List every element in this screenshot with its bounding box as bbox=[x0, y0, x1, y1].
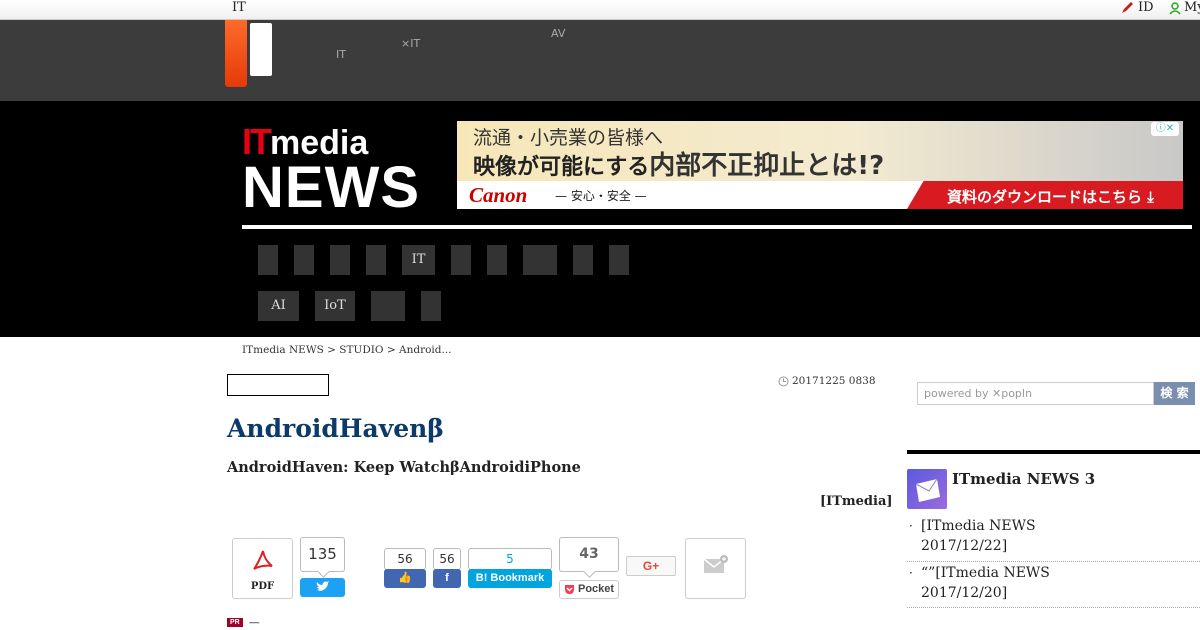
pocket-count: 43 bbox=[559, 537, 619, 572]
search-button[interactable]: 検 索 bbox=[1154, 382, 1195, 405]
pdf-label: PDF bbox=[250, 581, 275, 592]
category-button-it[interactable]: IT bbox=[402, 245, 435, 275]
category-button[interactable] bbox=[330, 245, 350, 275]
ranking-item-line2: 2017/12/20] bbox=[921, 585, 1008, 601]
article-title: AndroidHavenβ bbox=[227, 414, 444, 443]
mail-add-icon bbox=[703, 555, 728, 573]
ad-line2: 映像が可能にする内部不正抑止とは!? bbox=[473, 145, 884, 182]
category-button[interactable] bbox=[523, 245, 557, 275]
bullet-icon: · bbox=[909, 519, 913, 533]
category-button[interactable] bbox=[258, 245, 278, 275]
header-nav-item-3-sub[interactable] bbox=[551, 38, 573, 49]
category-button[interactable] bbox=[421, 291, 441, 321]
pr-badge: PR bbox=[227, 618, 243, 627]
article-tag-box bbox=[227, 374, 329, 396]
ranking-item[interactable]: · “”[ITmedia NEWS 2017/12/20] bbox=[907, 563, 1200, 608]
brand-band: ITmedia NEWS 流通・小売業の皆様へ 映像が可能にする内部不正抑止とは… bbox=[0, 101, 1200, 337]
my-link[interactable]: My bbox=[1168, 0, 1200, 15]
banner-ad[interactable]: 流通・小売業の皆様へ 映像が可能にする内部不正抑止とは!? ⓘ✕ Canon —… bbox=[457, 121, 1183, 209]
pocket-icon bbox=[565, 585, 574, 594]
ranking-item-line1: “”[ITmedia NEWS bbox=[921, 565, 1050, 581]
like-button[interactable]: 👍 bbox=[384, 569, 426, 588]
pocket-button[interactable]: Pocket bbox=[559, 580, 619, 599]
id-link[interactable]: ID bbox=[1120, 0, 1154, 15]
tweet-count: 135 bbox=[300, 537, 345, 572]
ranking-item[interactable]: · [ITmedia NEWS 2017/12/22] bbox=[907, 516, 1200, 562]
envelope-icon bbox=[907, 469, 947, 509]
ad-tagline: — 安心・安全 — bbox=[555, 189, 647, 203]
category-button[interactable] bbox=[294, 245, 314, 275]
ad-brand: Canon bbox=[469, 183, 528, 207]
category-button[interactable] bbox=[451, 245, 471, 275]
pencil-icon bbox=[1122, 1, 1133, 13]
tweet-button[interactable] bbox=[300, 578, 345, 597]
pocket-label: Pocket bbox=[578, 583, 615, 595]
ad-download-button[interactable]: 資料のダウンロードはこちら ⤓ bbox=[907, 181, 1183, 209]
brand-divider bbox=[242, 225, 1192, 229]
thumbs-up-icon: 👍 bbox=[398, 572, 412, 584]
header-nav-item-1[interactable] bbox=[336, 28, 358, 39]
ad-footer: Canon — 安心・安全 — 資料のダウンロードはこちら ⤓ bbox=[457, 181, 1183, 209]
category-button[interactable] bbox=[371, 291, 405, 321]
pdf-button[interactable]: PDF bbox=[232, 538, 293, 599]
ad-line2-pre: 映像が可能にする bbox=[473, 155, 650, 180]
adchoices-icon[interactable]: ⓘ✕ bbox=[1151, 122, 1179, 136]
google-plus-button[interactable]: G+ bbox=[626, 556, 676, 576]
header-nav-item-2-sub[interactable]: ×IT bbox=[401, 38, 420, 49]
category-button-iot[interactable]: IoT bbox=[315, 291, 355, 321]
bullet-icon: · bbox=[909, 566, 913, 580]
ranking-item-line1: [ITmedia NEWS bbox=[921, 518, 1036, 534]
pr-link[interactable]: PR — bbox=[227, 616, 260, 629]
breadcrumb[interactable]: ITmedia NEWS > STUDIO > Android... bbox=[242, 344, 452, 356]
facebook-share-count: 56 bbox=[433, 548, 461, 570]
my-label: My bbox=[1184, 0, 1200, 15]
site-link[interactable]: IT bbox=[232, 0, 246, 15]
category-button[interactable] bbox=[573, 245, 593, 275]
ad-cta-label: 資料のダウンロードはこちら bbox=[947, 188, 1143, 206]
logo-news: NEWS bbox=[242, 155, 420, 220]
category-button[interactable] bbox=[609, 245, 629, 275]
ranking-divider bbox=[907, 450, 1200, 454]
clock-icon bbox=[778, 376, 789, 386]
category-button-ai[interactable]: AI bbox=[258, 291, 299, 321]
pr-text: — bbox=[248, 616, 260, 629]
article-credit: [ITmedia] bbox=[820, 494, 893, 509]
category-button[interactable] bbox=[366, 245, 386, 275]
pdf-icon bbox=[253, 550, 273, 570]
site-search: powered by ✕popIn 検 索 bbox=[917, 382, 1195, 405]
facebook-share-button[interactable]: f bbox=[433, 569, 461, 588]
user-icon bbox=[1169, 1, 1181, 15]
header-nav-item-1-sub[interactable]: IT bbox=[336, 49, 346, 60]
ad-line2-highlight: 内部不正抑止とは!? bbox=[649, 151, 885, 181]
itmedia-news-logo[interactable]: ITmedia NEWS bbox=[242, 121, 420, 220]
download-icon: ⤓ bbox=[1147, 188, 1154, 206]
mail-share-button[interactable] bbox=[685, 538, 746, 599]
article-lede: AndroidHaven: Keep WatchβAndroidiPhone bbox=[227, 459, 581, 476]
article-date-text: 20171225 0838 bbox=[792, 375, 876, 387]
category-button[interactable] bbox=[487, 245, 507, 275]
hatena-count: 5 bbox=[468, 548, 552, 570]
like-count: 56 bbox=[384, 548, 426, 570]
search-input[interactable]: powered by ✕popIn bbox=[917, 382, 1154, 405]
top-utility-bar: IT ID My bbox=[0, 0, 1200, 20]
article-date: 20171225 0838 bbox=[778, 375, 876, 387]
ranking-title[interactable]: ITmedia NEWS 3 bbox=[952, 470, 1095, 488]
itmedia-logo-bar-white[interactable] bbox=[250, 23, 272, 76]
site-header: IT ×IT AV bbox=[0, 20, 1200, 101]
id-label: ID bbox=[1138, 0, 1154, 15]
facebook-icon: f bbox=[445, 572, 449, 584]
itmedia-logo-bar-orange[interactable] bbox=[225, 20, 247, 87]
twitter-icon bbox=[316, 581, 330, 591]
ranking-item-line2: 2017/12/22] bbox=[921, 538, 1008, 554]
hatena-bookmark-button[interactable]: B! Bookmark bbox=[468, 569, 552, 588]
